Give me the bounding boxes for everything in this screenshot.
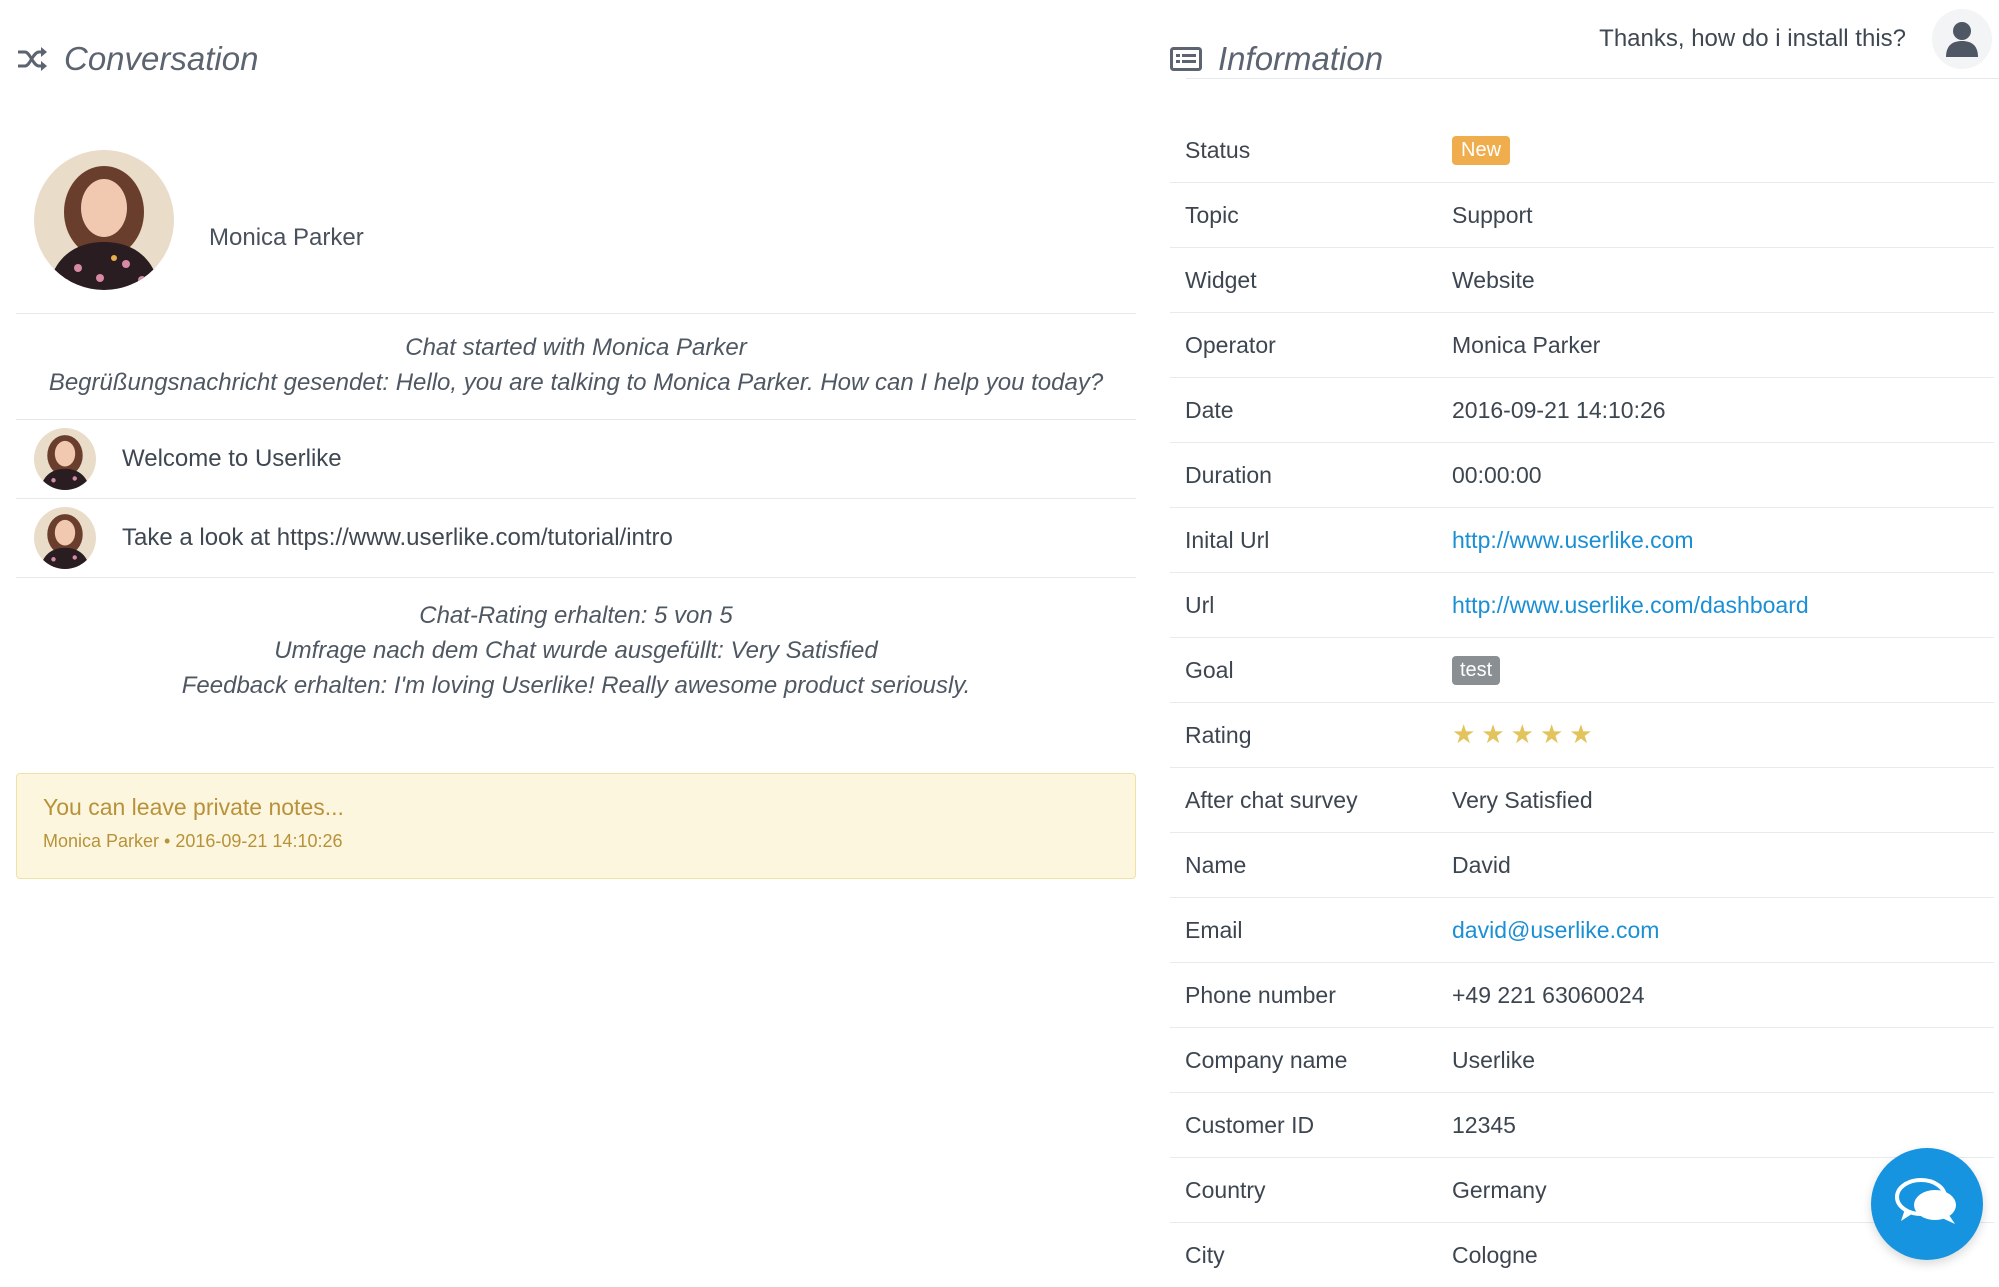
shuffle-icon (16, 44, 52, 74)
chat-widget-button[interactable] (1871, 1148, 1983, 1260)
info-label: Rating (1185, 721, 1252, 748)
info-label: Url (1185, 591, 1215, 618)
system-message-end: Chat-Rating erhalten: 5 von 5 Umfrage na… (16, 578, 1136, 773)
message-text: Take a look at https://www.userlike.com/… (122, 524, 673, 551)
star-icon: ★ (1569, 719, 1593, 749)
info-row-email: Email david@userlike.com (1170, 898, 1994, 963)
info-label: Widget (1185, 266, 1257, 293)
info-value: David (1452, 851, 1511, 878)
info-value: Website (1452, 266, 1535, 293)
info-value: 2016-09-21 14:10:26 (1452, 396, 1666, 423)
conversation-header: Conversation (16, 0, 1136, 118)
system-line: Chat started with Monica Parker (405, 334, 747, 361)
info-row-widget: Widget Website (1170, 248, 1994, 313)
message-operator: Welcome to Userlike (16, 420, 1136, 499)
system-line: Feedback erhalten: I'm loving Userlike! … (181, 672, 971, 699)
list-icon (1170, 44, 1206, 74)
info-row-company: Company name Userlike (1170, 1028, 1994, 1093)
info-label: Duration (1185, 461, 1272, 488)
info-label: Phone number (1185, 981, 1336, 1008)
info-label: Customer ID (1185, 1111, 1315, 1138)
info-row-customer-id: Customer ID 12345 (1170, 1093, 1994, 1158)
info-label: Topic (1185, 201, 1239, 228)
info-row-initial-url: Inital Url http://www.userlike.com (1170, 508, 1994, 573)
status-badge: New (1452, 136, 1511, 165)
private-notes[interactable]: You can leave private notes... Monica Pa… (16, 773, 1136, 879)
message-operator: Take a look at https://www.userlike.com/… (16, 499, 1136, 578)
info-label: Email (1185, 916, 1243, 943)
goal-badge: test (1452, 656, 1501, 685)
info-row-topic: Topic Support (1170, 183, 1994, 248)
info-label: Name (1185, 851, 1247, 878)
info-row-url: Url http://www.userlike.com/dashboard (1170, 573, 1994, 638)
conversation-title: Conversation (64, 40, 259, 77)
info-label: Country (1185, 1176, 1266, 1203)
operator-avatar (34, 507, 96, 569)
info-label: Status (1185, 136, 1251, 163)
information-title: Information (1218, 40, 1384, 77)
info-value: Support (1452, 201, 1533, 228)
system-line: Begrüßungsnachricht gesendet: Hello, you… (48, 369, 1104, 396)
contact-name: Monica Parker (209, 224, 364, 251)
info-label: Operator (1185, 331, 1276, 358)
information-header: Information (1170, 0, 1994, 118)
info-label: Company name (1185, 1046, 1348, 1073)
info-value: 12345 (1452, 1111, 1516, 1138)
info-value: Userlike (1452, 1046, 1536, 1073)
information-panel: Information Status New Topic Support Wid… (1170, 0, 1994, 1287)
info-row-city: City Cologne (1170, 1223, 1994, 1287)
info-value: +49 221 63060024 (1452, 981, 1645, 1008)
info-value: 00:00:00 (1452, 461, 1542, 488)
system-line: Chat-Rating erhalten: 5 von 5 (419, 602, 733, 629)
info-row-name: Name David (1170, 833, 1994, 898)
info-row-phone: Phone number +49 221 63060024 (1170, 963, 1994, 1028)
star-icon: ★ (1452, 719, 1476, 749)
info-row-after-chat-survey: After chat survey Very Satisfied (1170, 768, 1994, 833)
url-link[interactable]: http://www.userlike.com/dashboard (1452, 592, 1994, 619)
private-notes-text[interactable]: You can leave private notes... (43, 774, 1109, 821)
rating-stars: ★ ★ ★ ★ ★ (1452, 721, 1593, 747)
conversation-panel: Conversation Monica Parker Chat started … (16, 0, 1999, 879)
chat-details-page: Conversation Monica Parker Chat started … (0, 0, 1999, 1287)
message-text: Welcome to Userlike (122, 445, 342, 472)
info-label: Goal (1185, 656, 1234, 683)
info-row-rating: Rating ★ ★ ★ ★ ★ (1170, 703, 1994, 768)
private-notes-meta: Monica Parker • 2016-09-21 14:10:26 (43, 831, 343, 851)
info-label: City (1185, 1241, 1225, 1268)
info-row-goal: Goal test (1170, 638, 1994, 703)
info-row-status: Status New (1170, 118, 1994, 183)
email-link[interactable]: david@userlike.com (1452, 917, 1994, 944)
info-label: After chat survey (1185, 786, 1358, 813)
information-table: Status New Topic Support Widget Website … (1170, 118, 1994, 1287)
star-icon: ★ (1539, 719, 1564, 749)
info-row-operator: Operator Monica Parker (1170, 313, 1994, 378)
operator-avatar (34, 428, 96, 490)
info-row-date: Date 2016-09-21 14:10:26 (1170, 378, 1994, 443)
info-label: Inital Url (1185, 526, 1270, 553)
info-row-duration: Duration 00:00:00 (1170, 443, 1994, 508)
contact-header: Monica Parker (16, 118, 1136, 314)
operator-avatar-large (34, 150, 174, 290)
info-value: Monica Parker (1452, 331, 1601, 358)
system-message-start: Chat started with Monica Parker Begrüßun… (16, 314, 1136, 420)
system-line: Umfrage nach dem Chat wurde ausgefüllt: … (274, 637, 878, 664)
chat-bubbles-icon (1895, 1177, 1959, 1232)
initial-url-link[interactable]: http://www.userlike.com (1452, 527, 1994, 554)
star-icon: ★ (1510, 719, 1534, 749)
info-value: Very Satisfied (1452, 786, 1593, 813)
star-icon: ★ (1481, 719, 1505, 749)
info-label: Date (1185, 396, 1234, 423)
info-row-country: Country Germany (1170, 1158, 1994, 1223)
